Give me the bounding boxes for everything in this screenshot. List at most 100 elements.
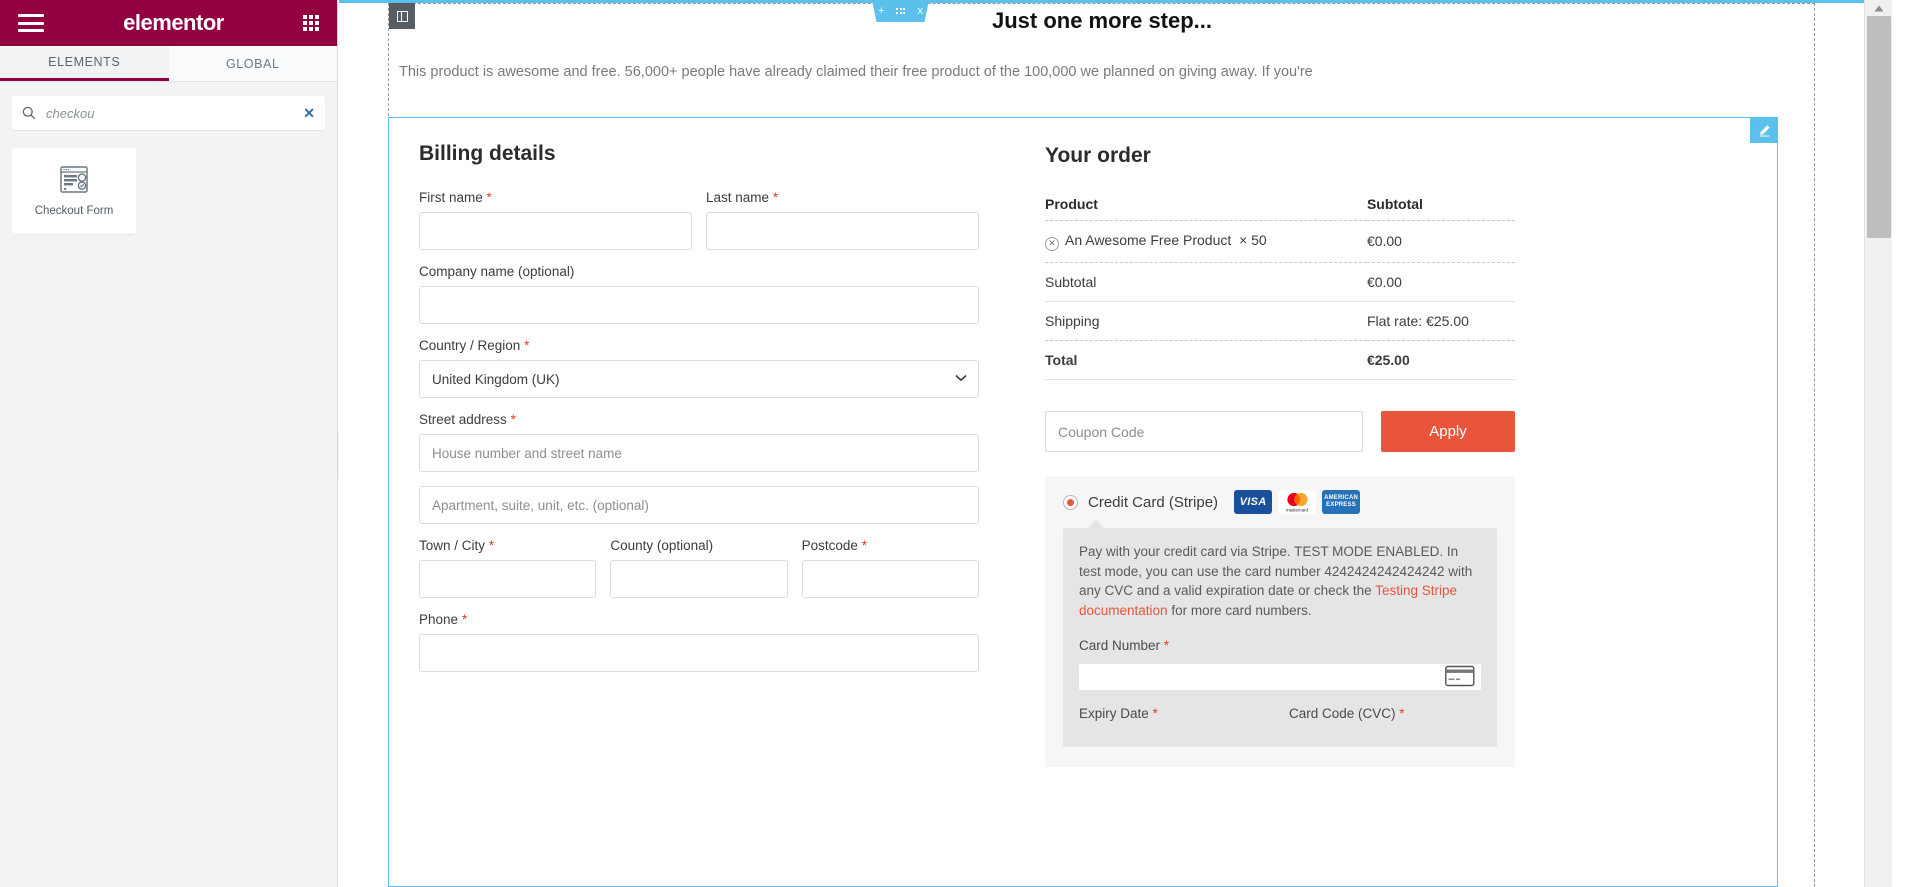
county-input[interactable] [610, 560, 788, 598]
required-marker: * [510, 412, 516, 427]
last-name-input[interactable] [706, 212, 979, 250]
widget-search-area: ✕ [0, 82, 337, 138]
remove-item-icon[interactable]: ✕ [1045, 236, 1059, 251]
required-marker: * [524, 338, 530, 353]
postcode-input[interactable] [801, 560, 979, 598]
credit-card-icon [1445, 665, 1475, 693]
town-city-input[interactable] [419, 560, 597, 598]
column-header-subtotal: Subtotal [1366, 196, 1423, 212]
card-brand-logos: VISA mastercard AMERICAN EXPRESS [1234, 490, 1361, 514]
phone-label: Phone * [419, 612, 468, 627]
postcode-label: Postcode * [801, 538, 867, 553]
hamburger-icon[interactable] [18, 14, 44, 32]
street-address-input[interactable] [419, 434, 979, 472]
first-name-input[interactable] [419, 212, 692, 250]
scroll-up-arrow-icon[interactable] [1865, 0, 1892, 16]
company-name-label: Company name (optional) [419, 264, 575, 279]
field-street-address: Street address * [419, 412, 979, 472]
country-region-label: Country / Region * [419, 338, 530, 353]
table-row: Shipping Flat rate: €25.00 [1045, 301, 1515, 340]
stripe-description-text-2: for more card numbers. [1167, 602, 1312, 618]
subtotal-value: €0.00 [1366, 273, 1402, 290]
apply-coupon-button[interactable]: Apply [1381, 411, 1515, 452]
widget-results-grid: Checkout Form [0, 138, 337, 244]
grid-apps-icon[interactable] [303, 15, 319, 31]
card-cvc-label: Card Code (CVC) * [1289, 705, 1405, 721]
required-marker: * [1163, 638, 1170, 654]
payment-method-label: Credit Card (Stripe) [1088, 493, 1219, 511]
coupon-row: Apply [1045, 411, 1515, 452]
table-header-row: Product Subtotal [1045, 196, 1515, 221]
field-last-name: Last name * [706, 190, 979, 250]
order-summary-table: Product Subtotal ✕ An Awesome Free Produc… [1045, 196, 1515, 385]
field-street-address-2 [419, 486, 979, 524]
field-card-number: Card Number * [1079, 636, 1481, 690]
panel-header: elementor [0, 0, 337, 46]
tab-global[interactable]: GLOBAL [168, 46, 337, 81]
table-row: Total €25.00 [1045, 340, 1515, 379]
stripe-description: Pay with your credit card via Stripe. TE… [1063, 519, 1497, 748]
search-input[interactable] [44, 104, 304, 122]
expiry-date-label: Expiry Date * [1079, 705, 1158, 721]
checkout-form-widget[interactable]: Billing details First name * Last name *… [388, 117, 1778, 887]
phone-input[interactable] [419, 634, 979, 672]
required-marker: * [488, 538, 495, 553]
field-postcode: Postcode * [801, 538, 979, 598]
table-row: ✕ An Awesome Free Product × 50 €0.00 [1045, 220, 1515, 263]
panel-tabs: ELEMENTS GLOBAL [0, 46, 337, 82]
card-number-input[interactable] [1079, 663, 1481, 690]
page-title: Just one more step... [991, 8, 1213, 33]
checkout-form-icon [60, 166, 88, 193]
card-expiry-cvc-row: Expiry Date * Card Code (CVC) * [1079, 704, 1481, 732]
elementor-panel: elementor ELEMENTS GLOBAL ✕ [0, 0, 338, 887]
field-first-name: First name * [419, 190, 692, 250]
required-marker: * [1399, 705, 1405, 721]
field-phone: Phone * [419, 612, 979, 672]
scrollbar-thumb[interactable] [1867, 16, 1891, 238]
visa-logo: VISA [1234, 490, 1273, 514]
field-expiry-date: Expiry Date * [1079, 704, 1271, 732]
required-marker: * [461, 612, 468, 627]
required-marker: * [772, 190, 779, 205]
stripe-radio-button[interactable] [1063, 494, 1078, 510]
page-subheading: This product is awesome and free. 56,000… [399, 64, 1313, 80]
required-marker: * [1152, 705, 1158, 721]
editor-canvas: + x Just one more step... This product i… [339, 0, 1892, 887]
card-number-label: Card Number * [1079, 638, 1170, 654]
payment-method-row[interactable]: Credit Card (Stripe) VISA mastercard AME… [1063, 490, 1497, 514]
widget-label: Checkout Form [34, 205, 114, 217]
elementor-logo: elementor [123, 10, 224, 35]
country-region-select[interactable]: United Kingdom (UK) [419, 360, 979, 398]
widget-checkout-form[interactable]: Checkout Form [12, 148, 136, 234]
last-name-label: Last name * [706, 190, 779, 205]
required-marker: * [861, 538, 867, 553]
street-address-2-input[interactable] [419, 486, 979, 524]
your-order-column: Your order Product Subtotal ✕ An Awesome… [1045, 142, 1515, 864]
line-item-amount: €0.00 [1366, 233, 1402, 250]
street-address-label: Street address * [419, 412, 516, 427]
table-footer-rule [1045, 379, 1515, 385]
shipping-label: Shipping [1045, 312, 1100, 329]
field-town-city: Town / City * [419, 538, 597, 598]
field-company-name: Company name (optional) [419, 264, 979, 324]
tab-elements[interactable]: ELEMENTS [0, 46, 169, 81]
search-icon [22, 106, 36, 120]
amex-logo: AMERICAN EXPRESS [1322, 490, 1361, 514]
billing-title: Billing details [419, 142, 556, 165]
mastercard-logo: mastercard [1278, 490, 1317, 514]
search-box[interactable]: ✕ [12, 96, 325, 130]
coupon-code-input[interactable] [1045, 411, 1363, 452]
canvas-scrollbar[interactable] [1864, 0, 1892, 887]
county-label: County (optional) [610, 538, 714, 553]
line-item-product: ✕ An Awesome Free Product × 50 [1045, 221, 1367, 263]
svg-text:mastercard: mastercard [1286, 508, 1309, 513]
total-label: Total [1045, 351, 1078, 368]
field-county: County (optional) [610, 538, 788, 598]
required-marker: * [486, 190, 492, 205]
company-name-input[interactable] [419, 286, 979, 324]
field-card-cvc: Card Code (CVC) * [1289, 704, 1481, 732]
clear-x-icon[interactable]: ✕ [303, 106, 315, 120]
order-title: Your order [1045, 144, 1151, 167]
town-city-label: Town / City * [419, 538, 495, 553]
table-row: Subtotal €0.00 [1045, 262, 1515, 301]
